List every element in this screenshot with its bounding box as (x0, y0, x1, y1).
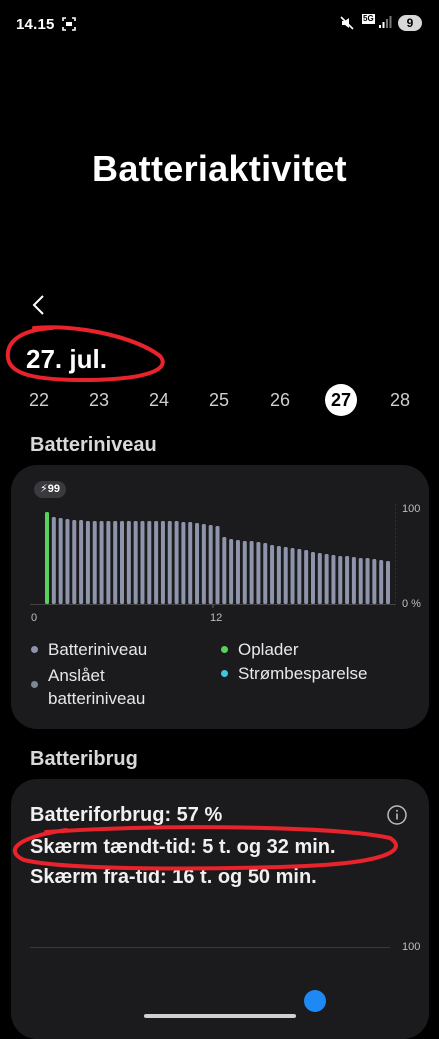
chart-bar (126, 521, 131, 604)
usage-chart-gridline (30, 947, 390, 948)
screen-on-time: Skærm tændt-tid: 5 t. og 32 min. (30, 836, 336, 858)
chart-bar (79, 520, 84, 604)
chart-bar (358, 558, 363, 604)
chart-bar (58, 518, 63, 604)
chart-bar (310, 552, 315, 604)
chart-bar (92, 521, 97, 604)
x-axis-start-label: 0 (31, 612, 38, 624)
chart-bar (372, 559, 377, 604)
chart-bar (140, 521, 145, 604)
date-label: 27. jul. (26, 344, 107, 374)
chart-bar (324, 554, 329, 604)
chart-bar (215, 526, 220, 604)
legend-dot-power-saving (221, 670, 228, 677)
legend-charger: Oplader (238, 640, 299, 659)
chart-bar (249, 541, 254, 604)
battery-level-title: Batteriniveau (30, 434, 157, 456)
chart-bar (65, 519, 70, 604)
day-26[interactable]: 26 (264, 384, 296, 416)
chart-bar (120, 521, 125, 604)
y-axis-max-label: 100 (402, 503, 421, 515)
chart-bar (229, 539, 234, 604)
charge-badge: ⚡99 (34, 481, 66, 498)
chart-bar-charging (45, 512, 49, 604)
screen-off-time: Skærm fra-tid: 16 t. og 50 min. (30, 866, 317, 888)
chart-bar (290, 548, 295, 604)
charge-badge-value: 99 (47, 483, 60, 495)
chart-bar (188, 522, 193, 604)
chart-bar (317, 553, 322, 604)
lightning-icon: ⚡ (40, 483, 48, 495)
network-5g-label: 5G (362, 14, 375, 24)
chart-bar (99, 521, 104, 604)
legend-dot-battery-level (31, 646, 38, 653)
day-selector: 22 23 24 25 26 27 28 (0, 384, 439, 420)
legend-estimated: Anslået batteriniveau (48, 666, 146, 708)
home-indicator[interactable] (144, 1014, 296, 1018)
usage-axis-max-label: 100 (402, 941, 421, 953)
chart-bar (160, 521, 165, 604)
chart-bar (51, 517, 56, 604)
chart-bar (386, 561, 390, 604)
chart-bar (331, 555, 336, 604)
x-axis-mid-label: 12 (210, 612, 223, 624)
chart-bar (379, 560, 384, 604)
chart-bar (338, 556, 343, 604)
info-icon[interactable] (386, 804, 408, 826)
chart-bar (113, 521, 118, 604)
battery-consumption: Batteriforbrug: 57 % (30, 804, 223, 826)
day-27-selected[interactable]: 27 (325, 384, 357, 416)
chart-bar (195, 523, 200, 604)
day-24[interactable]: 24 (143, 384, 175, 416)
chart-bar (283, 547, 288, 604)
page-title: Batteriaktivitet (92, 148, 347, 189)
chart-bar (297, 549, 302, 604)
chart-bar (181, 522, 186, 604)
chart-bar (106, 521, 111, 604)
chart-bar (242, 541, 247, 604)
chart-bar (304, 550, 309, 604)
chart-bar (201, 524, 206, 604)
day-22[interactable]: 22 (23, 384, 55, 416)
chart-bar (270, 545, 275, 604)
chart-bar (72, 520, 77, 604)
chart-bar (174, 521, 179, 604)
legend-battery-level: Batteriniveau (48, 640, 148, 659)
mute-icon (340, 16, 354, 30)
chart-bar (263, 543, 268, 604)
chart-bar (365, 558, 370, 604)
battery-usage-title: Batteribrug (30, 748, 138, 770)
y-axis-min-label: 0 % (402, 598, 421, 610)
legend-dot-charger (221, 646, 228, 653)
screenshot-icon (62, 17, 76, 31)
chart-bar (133, 521, 138, 604)
legend-dot-estimated (31, 681, 38, 688)
chart-bar (167, 521, 172, 604)
chart-bar (147, 521, 152, 604)
scroll-handle[interactable] (304, 990, 326, 1012)
status-bar: 14.15 5G 9 (0, 0, 439, 48)
battery-percent: 9 (406, 16, 414, 30)
chart-bar (154, 521, 159, 604)
day-28[interactable]: 28 (384, 384, 416, 416)
chart-bar (345, 556, 350, 604)
signal-icon (379, 16, 392, 28)
day-23[interactable]: 23 (83, 384, 115, 416)
chart-bar (222, 537, 227, 604)
chart-bars (45, 512, 390, 604)
chart-bar (208, 525, 213, 604)
status-time: 14.15 (16, 16, 55, 33)
chart-bar (351, 557, 356, 604)
chart-bar (85, 521, 90, 604)
battery-status-badge: 9 (398, 15, 422, 31)
chart-bar (276, 546, 281, 604)
chart-bar (256, 542, 261, 604)
back-button[interactable] (26, 290, 54, 320)
legend-power-saving: Strømbesparelse (238, 664, 368, 683)
battery-level-chart (30, 504, 396, 608)
day-25[interactable]: 25 (203, 384, 235, 416)
chevron-left-icon (32, 295, 44, 315)
chart-bar (235, 540, 240, 604)
